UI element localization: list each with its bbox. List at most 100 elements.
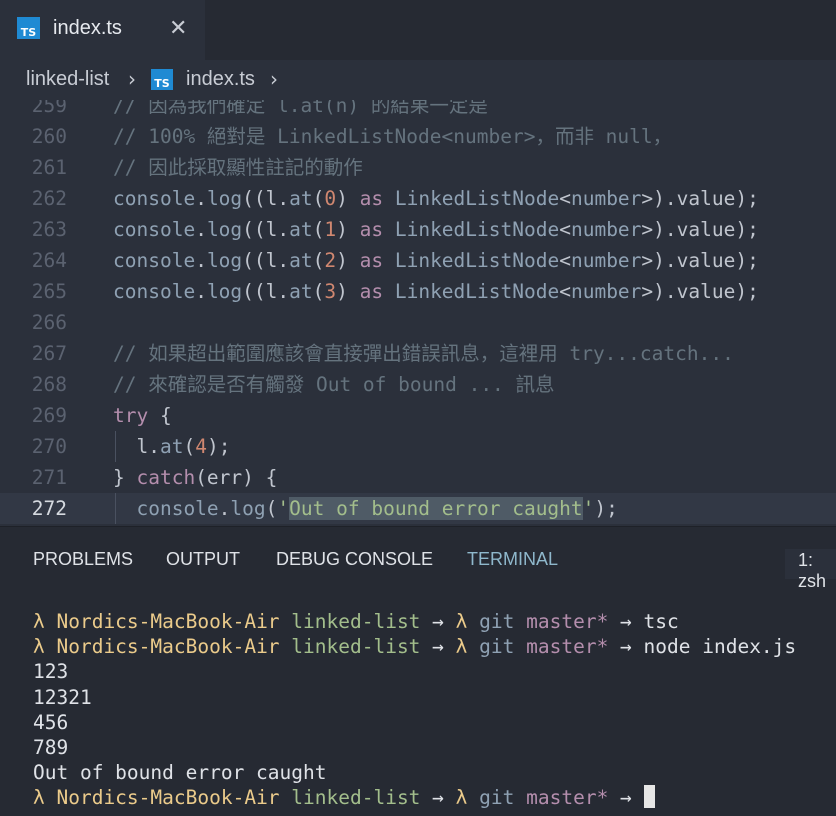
bottom-panel: PROBLEMS OUTPUT DEBUG CONSOLE TERMINAL 1…	[0, 526, 836, 816]
code-text: // 如果超出範圍應該會直接彈出錯誤訊息，這裡用 try...catch...	[113, 338, 734, 369]
code-token: number	[570, 249, 642, 272]
code-token: (	[312, 218, 325, 241]
code-token: catch	[136, 466, 196, 489]
code-token: )	[336, 249, 360, 272]
code-line[interactable]: 272 console.log('Out of bound error caug…	[0, 493, 836, 524]
code-token: // 如果超出範圍應該會直接彈出錯誤訊息，這裡用 try...catch...	[113, 342, 734, 365]
code-token: >).value);	[641, 249, 759, 272]
terminal-token: →	[420, 635, 456, 659]
code-token: log	[206, 187, 243, 210]
code-editor[interactable]: 259 // 因為我們確定 l.at(n) 的結果一定是 260 // 100% 絕對…	[0, 100, 836, 526]
code-token: )	[336, 280, 360, 303]
terminal-cursor	[643, 785, 655, 809]
code-line[interactable]: 262 console.log((l.at(0) as LinkedListNod…	[0, 183, 836, 214]
terminal-token: master*	[514, 786, 609, 810]
code-token: >).value);	[641, 280, 759, 303]
code-line[interactable]: 267 // 如果超出範圍應該會直接彈出錯誤訊息，這裡用 try...catch.…	[0, 338, 836, 369]
code-token: LinkedListNode	[394, 187, 560, 210]
code-text: // 來確認是否有觸發 Out of bound ... 訊息	[113, 369, 555, 400]
code-token: try	[113, 404, 149, 427]
close-icon[interactable]: ✕	[169, 16, 187, 41]
line-number: 262	[31, 187, 67, 210]
line-number: 266	[31, 311, 67, 334]
terminal-token: git	[479, 786, 515, 810]
code-token: (	[312, 249, 325, 272]
terminal-token: λ	[33, 610, 57, 633]
terminal-token: Out of bound error caught	[33, 761, 327, 785]
code-text: // 因此採取顯性註記的動作	[113, 152, 363, 183]
code-token: console	[113, 497, 219, 520]
tab-debug-console[interactable]: DEBUG CONSOLE	[276, 549, 433, 570]
code-line[interactable]: 261 // 因此採取顯性註記的動作	[0, 152, 836, 183]
code-token: log	[206, 280, 243, 303]
terminal-token: master*	[514, 610, 609, 633]
tab-bar: TS index.ts ✕	[0, 0, 836, 60]
code-token: 0	[324, 187, 337, 210]
code-token: (	[312, 187, 325, 210]
breadcrumb-file[interactable]: index.ts	[186, 68, 255, 91]
code-text: // 因為我們確定 l.at(n) 的結果一定是	[113, 100, 488, 121]
terminal-line: λ Nordics-MacBook-Air linked-list → λ gi…	[33, 785, 796, 810]
code-line[interactable]: 269 try {	[0, 400, 836, 431]
code-token: .	[218, 497, 231, 520]
editor-tab-index-ts[interactable]: TS index.ts ✕	[0, 0, 205, 60]
code-line[interactable]: 265 console.log((l.at(3) as LinkedListNod…	[0, 276, 836, 307]
code-token: 3	[324, 280, 337, 303]
code-token: at	[289, 249, 313, 272]
code-text: console.log('Out of bound error caught')…	[113, 493, 618, 524]
code-token: ((l.	[242, 218, 290, 241]
code-line[interactable]: 263 console.log((l.at(1) as LinkedListNod…	[0, 214, 836, 245]
code-token: Out of bound error caught	[289, 497, 583, 520]
terminal-token: Nordics-MacBook-Air	[56, 610, 280, 633]
tab-terminal[interactable]: TERMINAL	[467, 549, 558, 570]
tab-output[interactable]: OUTPUT	[166, 549, 240, 570]
code-line[interactable]: 264 console.log((l.at(2) as LinkedListNod…	[0, 245, 836, 276]
code-token: number	[570, 280, 642, 303]
code-token: at	[289, 187, 313, 210]
code-token: '	[277, 497, 290, 520]
code-line[interactable]: 259 // 因為我們確定 l.at(n) 的結果一定是	[0, 100, 836, 121]
code-line[interactable]: 268 // 來確認是否有觸發 Out of bound ... 訊息	[0, 369, 836, 400]
code-text: } catch(err) {	[113, 462, 277, 493]
code-line[interactable]: 266	[0, 307, 836, 338]
code-token: '	[582, 497, 595, 520]
tab-problems[interactable]: PROBLEMS	[33, 549, 133, 570]
code-text: try {	[113, 400, 172, 431]
terminal-line: λ Nordics-MacBook-Air linked-list → λ gi…	[33, 634, 796, 659]
code-line[interactable]: 271} catch(err) {	[0, 462, 836, 493]
code-text: console.log((l.at(1) as LinkedListNode<n…	[113, 214, 759, 245]
code-token: console	[113, 187, 196, 210]
terminal-token: 456	[33, 710, 69, 734]
code-token: (err) {	[195, 466, 278, 489]
terminal-token: λ	[455, 610, 480, 633]
code-token: .	[195, 249, 207, 272]
typescript-file-icon: TS	[17, 17, 40, 39]
terminal-line: 789	[33, 735, 796, 760]
chevron-right-icon: ›	[270, 67, 278, 91]
code-line[interactable]: 260 // 100% 絕對是 LinkedListNode<number>，而非…	[0, 121, 836, 152]
breadcrumb-folder[interactable]: linked-list	[26, 68, 109, 91]
code-token: as	[359, 187, 384, 210]
terminal-line: λ Nordics-MacBook-Air linked-list → λ gi…	[33, 609, 796, 634]
code-token: console	[113, 249, 196, 272]
terminal-token: →	[608, 786, 644, 810]
code-token: LinkedListNode	[394, 218, 560, 241]
code-token: {	[148, 404, 172, 427]
typescript-file-icon: TS	[151, 69, 173, 90]
terminal-select-dropdown[interactable]: 1: zsh	[785, 549, 836, 591]
code-token: .	[195, 187, 207, 210]
terminal-line: 456	[33, 710, 796, 735]
code-token: >).value);	[641, 218, 759, 241]
code-token: <	[559, 280, 571, 303]
code-token: )	[336, 218, 360, 241]
code-text: console.log((l.at(0) as LinkedListNode<n…	[113, 183, 759, 214]
terminal-token: 12321	[33, 685, 92, 709]
code-token: // 因此採取顯性註記的動作	[113, 156, 363, 179]
code-line[interactable]: 270 l.at(4);	[0, 431, 836, 462]
code-text: console.log((l.at(2) as LinkedListNode<n…	[113, 245, 759, 276]
code-token: log	[230, 497, 266, 520]
terminal-output[interactable]: λ Nordics-MacBook-Air linked-list → λ gi…	[33, 609, 796, 811]
code-token: );	[594, 497, 618, 520]
